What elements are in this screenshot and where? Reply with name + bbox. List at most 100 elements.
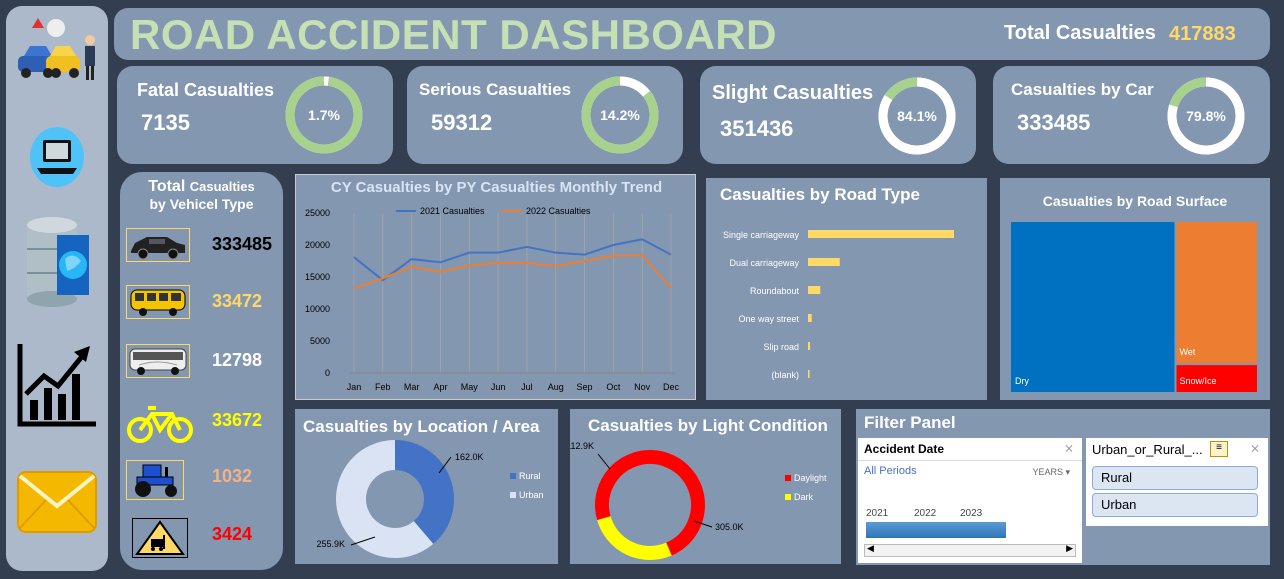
year-label: 2023 bbox=[960, 508, 983, 519]
data-label: 112.9K bbox=[570, 441, 594, 451]
kpi-value: 59312 bbox=[431, 110, 493, 135]
bar bbox=[808, 258, 840, 266]
title-bar: ROAD ACCIDENT DASHBOARD Total Casualties… bbox=[114, 8, 1270, 60]
growth-chart-icon[interactable] bbox=[6, 340, 108, 430]
y-tick-label: 20000 bbox=[305, 240, 330, 250]
kpi-donut: 14.2% bbox=[581, 76, 659, 154]
bicycle-icon bbox=[126, 404, 193, 443]
vehicle-row-car: 333485 bbox=[126, 228, 272, 266]
vehicle-type-panel: Total Casualties by Vehicel Type 333485 … bbox=[120, 172, 283, 570]
donut-percent-label: 14.2% bbox=[600, 107, 640, 123]
data-label: 305.0K bbox=[715, 522, 744, 532]
kpi-card-serious: Serious Casualties 59312 14.2% bbox=[407, 66, 683, 164]
mail-icon[interactable] bbox=[6, 466, 108, 538]
leader-line bbox=[597, 453, 611, 470]
donut-chart: 305.0K 112.9K Daylight Dark bbox=[570, 441, 827, 560]
slicer-title: Accident Date bbox=[864, 442, 945, 456]
x-tick-label: May bbox=[461, 382, 479, 392]
donut-percent-label: 84.1% bbox=[897, 108, 937, 124]
donut-chart: 162.0K 255.9K Rural Urban bbox=[316, 440, 544, 558]
legend-label: 2021 Casualties bbox=[420, 206, 485, 216]
kpi-card-car: Casualties by Car 333485 79.8% bbox=[993, 66, 1270, 164]
multi-select-icon[interactable]: ≡ bbox=[1210, 441, 1228, 457]
road-surface-chart-card: Casualties by Road Surface Dry Wet Snow/Ic… bbox=[1000, 178, 1270, 400]
legend-label: Urban bbox=[519, 490, 544, 500]
kpi-label: Slight Casualties bbox=[712, 82, 874, 104]
x-tick-label: Dec bbox=[663, 382, 680, 392]
treemap-cell-wet bbox=[1176, 222, 1257, 364]
bar bbox=[808, 314, 812, 322]
series-line bbox=[353, 254, 672, 290]
donut-remainder bbox=[1169, 77, 1207, 108]
accident-date-slicer[interactable]: Accident Date ⨯ All Periods YEARS ▾ 2021… bbox=[858, 438, 1082, 563]
x-tick-label: Jan bbox=[347, 382, 362, 392]
kpi-donut: 1.7% bbox=[285, 76, 363, 154]
y-tick-label: 5000 bbox=[310, 336, 330, 346]
category-label: Single carriageway bbox=[723, 230, 800, 240]
vehicle-row-other: 3424 bbox=[126, 518, 266, 558]
tractor-icon bbox=[126, 460, 184, 500]
car-crash-icon[interactable] bbox=[6, 10, 108, 90]
page-title: ROAD ACCIDENT DASHBOARD bbox=[130, 11, 777, 58]
database-icon[interactable] bbox=[6, 211, 108, 311]
kpi-value: 7135 bbox=[141, 110, 190, 135]
x-tick-label: Jun bbox=[491, 382, 506, 392]
year-label: 2021 bbox=[866, 508, 889, 519]
slicer-option-urban[interactable]: Urban bbox=[1092, 493, 1258, 517]
treemap-cell-dry bbox=[1011, 222, 1175, 392]
slicer-option-rural[interactable]: Rural bbox=[1092, 466, 1258, 490]
vehicle-panel-title: Total Casualties by Vehicel Type bbox=[148, 178, 255, 212]
y-tick-label: 0 bbox=[325, 368, 330, 378]
donut-segment bbox=[394, 440, 454, 544]
legend-label: Daylight bbox=[794, 473, 827, 483]
bar-chart: Single carriageway Dual carriageway Rounda… bbox=[723, 230, 954, 380]
y-tick-label: 10000 bbox=[305, 304, 330, 314]
vehicle-value: 33472 bbox=[212, 291, 263, 311]
y-tick-label: 25000 bbox=[305, 208, 330, 218]
filter-panel: Filter Panel Accident Date ⨯ All Periods… bbox=[856, 409, 1270, 565]
monthly-trend-chart-card: CY Casualties by PY Casualties Monthly T… bbox=[295, 174, 696, 400]
category-label: (blank) bbox=[771, 370, 799, 380]
y-tick-label: 15000 bbox=[305, 272, 330, 282]
vehicle-value: 1032 bbox=[212, 466, 253, 486]
laptop-icon[interactable] bbox=[6, 122, 108, 192]
treemap-label: Snow/Ice bbox=[1179, 376, 1216, 386]
donut-remainder bbox=[884, 77, 918, 101]
category-label: Roundabout bbox=[750, 286, 800, 296]
year-label: 2022 bbox=[914, 508, 937, 519]
location-chart-card: Casualties by Location / Area 162.0K 255.… bbox=[295, 409, 558, 564]
treemap-chart: Dry Wet Snow/Ice bbox=[1011, 222, 1257, 392]
road-type-chart-card: Casualties by Road Type Single carriagew… bbox=[706, 178, 987, 400]
donut-percent-label: 1.7% bbox=[308, 107, 340, 123]
series-line bbox=[353, 238, 672, 282]
category-label: Dual carriageway bbox=[729, 258, 799, 268]
timeline-level-dropdown[interactable]: YEARS ▾ bbox=[1032, 467, 1070, 478]
treemap-label: Wet bbox=[1179, 347, 1195, 357]
kpi-label: Casualties by Car bbox=[1011, 80, 1154, 99]
urban-rural-slicer[interactable]: Urban_or_Rural_... ≡ ⨯ Rural Urban bbox=[1086, 438, 1268, 526]
legend-label: Rural bbox=[519, 471, 541, 481]
donut-value-arc bbox=[619, 76, 650, 97]
data-label: 255.9K bbox=[316, 539, 345, 549]
timeline-bar[interactable] bbox=[866, 522, 1006, 538]
light-chart-card: Casualties by Light Condition 305.0K112.… bbox=[570, 409, 841, 564]
legend-swatch bbox=[785, 494, 791, 500]
coach-icon bbox=[126, 344, 190, 378]
slicer-title: Urban_or_Rural_... bbox=[1092, 442, 1203, 457]
bar bbox=[808, 230, 954, 238]
vehicle-value: 3424 bbox=[212, 524, 253, 544]
period-label: All Periods bbox=[864, 465, 917, 477]
x-tick-label: Aug bbox=[548, 382, 564, 392]
kpi-card-slight: Slight Casualties 351436 84.1% bbox=[700, 66, 976, 164]
kpi-value: 333485 bbox=[1017, 110, 1091, 135]
clear-filter-icon[interactable]: ⨯ bbox=[1064, 441, 1074, 455]
x-tick-label: Jul bbox=[521, 382, 533, 392]
legend-label: 2022 Casualties bbox=[526, 206, 591, 216]
legend-swatch bbox=[785, 475, 791, 481]
car-icon bbox=[126, 228, 190, 262]
timeline-scrollbar[interactable]: ◀ ▶ bbox=[864, 543, 1076, 557]
forklift-warning-icon bbox=[132, 518, 188, 558]
kpi-donut: 84.1% bbox=[878, 77, 956, 155]
x-tick-label: Apr bbox=[433, 382, 447, 392]
clear-filter-icon[interactable]: ⨯ bbox=[1250, 441, 1260, 455]
